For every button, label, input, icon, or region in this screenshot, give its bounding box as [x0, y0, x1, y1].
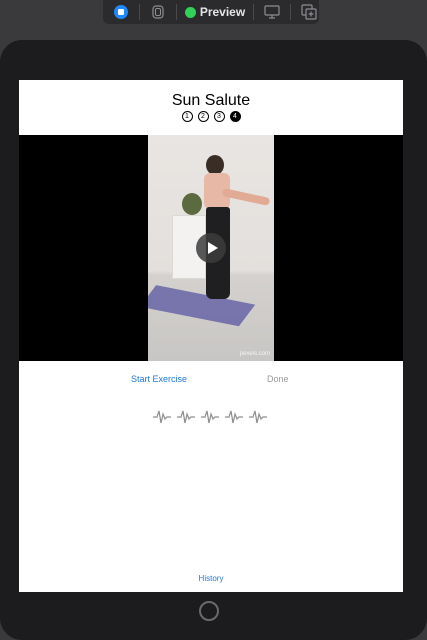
- step-4-icon[interactable]: 4: [229, 111, 241, 122]
- device-settings-button[interactable]: [262, 2, 282, 22]
- heart-rate-icon: [249, 410, 267, 424]
- ipad-device-frame: Sun Salute 1 2 3 4 pexels.com Start Exer…: [0, 40, 427, 640]
- video-watermark: pexels.com: [239, 351, 270, 357]
- device-button[interactable]: [148, 2, 168, 22]
- video-plant: [182, 193, 202, 215]
- heart-rate-icon: [153, 410, 171, 424]
- play-button[interactable]: [196, 233, 226, 263]
- toolbar-divider: [253, 4, 255, 20]
- heart-rate-icon: [225, 410, 243, 424]
- live-icon: [113, 5, 128, 19]
- app-screen: Sun Salute 1 2 3 4 pexels.com Start Exer…: [19, 80, 403, 592]
- duplicate-preview-button[interactable]: [299, 2, 319, 22]
- video-frame: pexels.com: [148, 135, 274, 361]
- step-3-icon[interactable]: 3: [213, 111, 225, 122]
- play-icon: [207, 242, 218, 254]
- duplicate-icon: [301, 4, 317, 20]
- toolbar-divider: [175, 4, 177, 20]
- step-indicator: 1 2 3 4: [19, 111, 403, 122]
- toolbar-divider: [290, 4, 292, 20]
- page-title: Sun Salute: [171, 92, 251, 109]
- step-1-icon[interactable]: 1: [181, 111, 193, 122]
- video-player[interactable]: pexels.com: [19, 135, 403, 361]
- preview-status-icon: [184, 6, 196, 18]
- done-button[interactable]: Done: [267, 374, 289, 384]
- heart-rate-icon: [201, 410, 219, 424]
- video-yoga-mat: [148, 285, 256, 327]
- exercise-actions: Start Exercise Done: [19, 374, 403, 390]
- heart-rate-indicators: [153, 407, 267, 425]
- device-settings-icon: [264, 5, 280, 19]
- step-2-icon[interactable]: 2: [197, 111, 209, 122]
- video-person-head: [206, 155, 224, 175]
- history-link[interactable]: History: [19, 574, 403, 583]
- start-exercise-button[interactable]: Start Exercise: [131, 374, 187, 384]
- heart-rate-icon: [177, 410, 195, 424]
- device-icon: [152, 5, 164, 19]
- preview-toolbar: Preview: [103, 0, 319, 24]
- preview-label: Preview: [199, 5, 246, 19]
- preview-status[interactable]: Preview: [184, 5, 246, 19]
- home-button[interactable]: [199, 601, 219, 621]
- toolbar-divider: [138, 4, 140, 20]
- live-preview-button[interactable]: [111, 2, 131, 22]
